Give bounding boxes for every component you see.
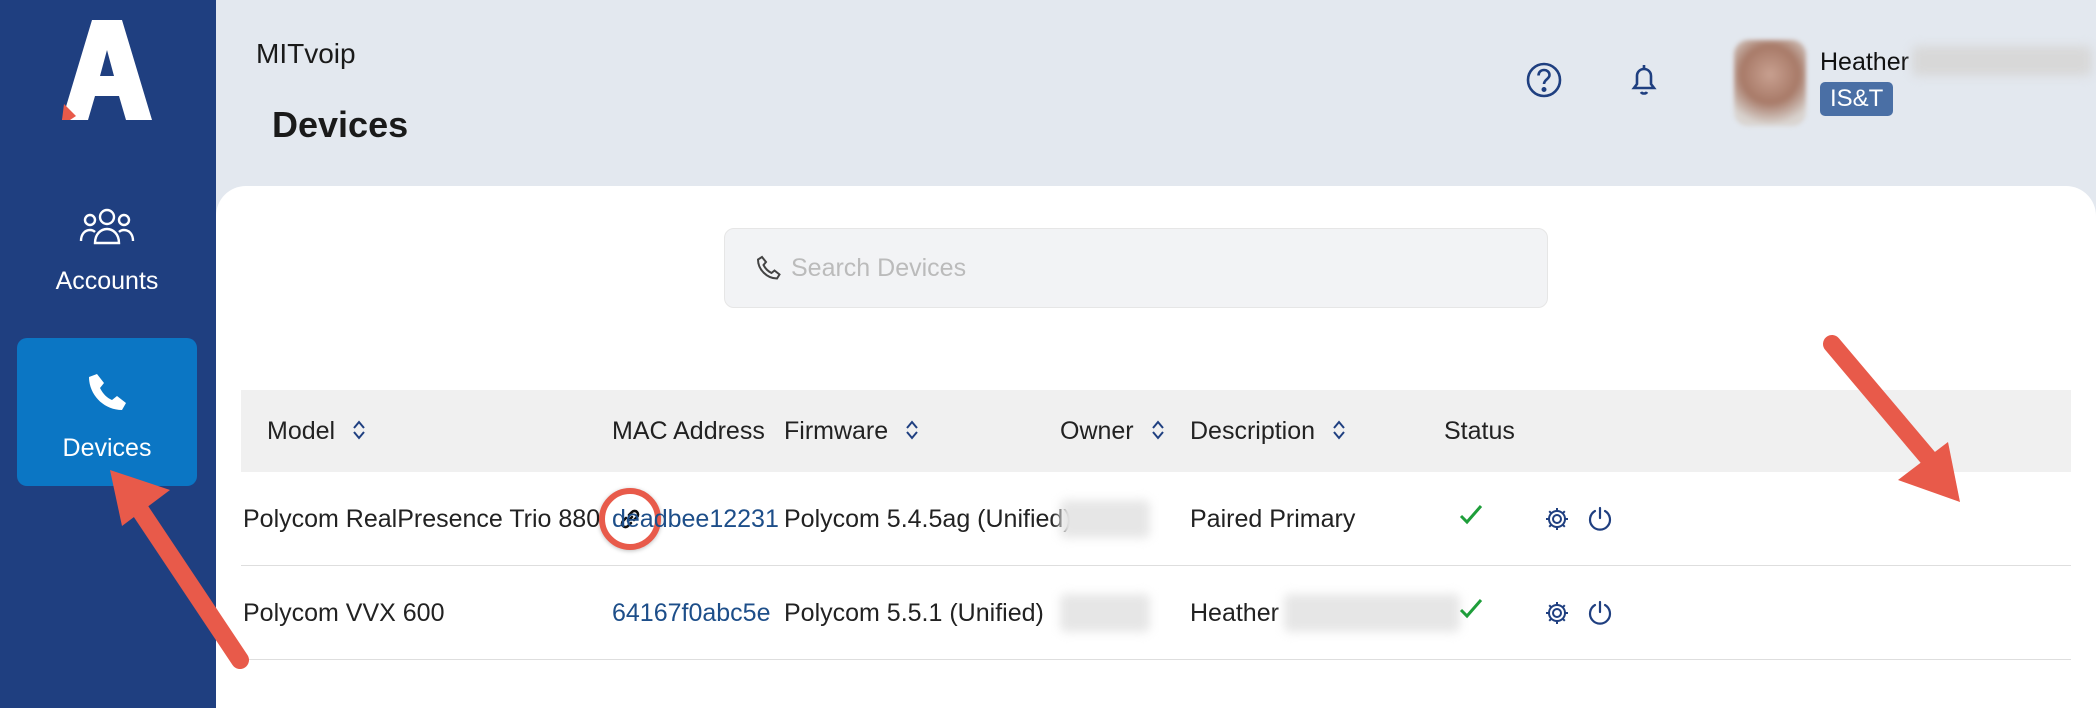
mac-address-link[interactable]: deadbee12231 bbox=[612, 472, 779, 566]
column-status: Status bbox=[1444, 390, 1515, 472]
sidebar-item-label: Accounts bbox=[55, 267, 159, 295]
redacted-owner bbox=[1060, 500, 1150, 538]
column-label: Model bbox=[267, 417, 336, 445]
app-logo[interactable] bbox=[62, 20, 152, 120]
bell-icon bbox=[1631, 65, 1657, 95]
sidebar-item-accounts[interactable]: Accounts bbox=[17, 185, 197, 333]
redacted-owner bbox=[1060, 594, 1150, 632]
table-header: Model MAC Address Firmware Owner Descrip… bbox=[241, 390, 2071, 472]
sort-icon[interactable] bbox=[352, 419, 366, 441]
user-department-badge: IS&T bbox=[1820, 82, 1894, 116]
gear-icon[interactable] bbox=[1544, 600, 1570, 626]
status-ok-icon bbox=[1459, 505, 1483, 525]
column-firmware[interactable]: Firmware bbox=[784, 390, 919, 472]
column-label: MAC Address bbox=[612, 417, 765, 445]
device-firmware: Polycom 5.4.5ag (Unified) bbox=[784, 505, 1072, 533]
phone-icon bbox=[89, 374, 126, 410]
redacted-description bbox=[1284, 594, 1460, 632]
sidebar: Accounts Devices bbox=[0, 0, 216, 708]
column-label: Owner bbox=[1060, 417, 1134, 445]
sort-icon[interactable] bbox=[905, 419, 919, 441]
top-bar: MITvoip Devices Heather IS&T bbox=[216, 0, 2096, 186]
page-title: Devices bbox=[272, 104, 409, 145]
device-description: Heather bbox=[1190, 599, 1279, 627]
redacted-name bbox=[1912, 46, 2092, 76]
power-icon[interactable] bbox=[1586, 505, 1614, 533]
main-content: Model MAC Address Firmware Owner Descrip… bbox=[216, 186, 2096, 708]
status-ok-icon bbox=[1459, 599, 1483, 619]
sort-icon[interactable] bbox=[1332, 419, 1346, 441]
search-input[interactable] bbox=[791, 229, 1531, 307]
search-bar[interactable] bbox=[724, 228, 1548, 308]
gear-icon[interactable] bbox=[1544, 506, 1570, 532]
help-icon bbox=[1526, 62, 1562, 98]
device-model: Polycom VVX 600 bbox=[243, 599, 445, 627]
column-owner[interactable]: Owner bbox=[1060, 390, 1165, 472]
column-mac-address: MAC Address bbox=[612, 390, 765, 472]
column-description[interactable]: Description bbox=[1190, 390, 1346, 472]
avatar[interactable] bbox=[1734, 40, 1806, 126]
column-label: Description bbox=[1190, 417, 1316, 445]
devices-table: Model MAC Address Firmware Owner Descrip… bbox=[241, 390, 2071, 660]
user-name: Heather bbox=[1820, 48, 1909, 76]
device-description: Paired Primary bbox=[1190, 505, 1356, 533]
table-row: Polycom VVX 600 64167f0abc5e Polycom 5.5… bbox=[241, 566, 2071, 660]
column-label: Firmware bbox=[784, 417, 889, 445]
power-icon[interactable] bbox=[1586, 599, 1614, 627]
device-model: Polycom RealPresence Trio 8800 bbox=[243, 505, 615, 533]
mac-address-link[interactable]: 64167f0abc5e bbox=[612, 566, 770, 660]
app-name: MITvoip bbox=[256, 38, 356, 69]
phone-outline-icon bbox=[756, 255, 781, 280]
sidebar-item-devices[interactable]: Devices bbox=[17, 338, 197, 486]
column-model[interactable]: Model bbox=[267, 390, 366, 472]
users-icon bbox=[79, 208, 135, 245]
column-label: Status bbox=[1444, 417, 1515, 445]
sidebar-item-label: Devices bbox=[62, 434, 152, 462]
sort-icon[interactable] bbox=[1151, 419, 1165, 441]
notifications-button[interactable] bbox=[1624, 60, 1664, 100]
help-button[interactable] bbox=[1524, 60, 1564, 100]
table-row: Polycom RealPresence Trio 8800 deadbee12… bbox=[241, 472, 2071, 566]
device-firmware: Polycom 5.5.1 (Unified) bbox=[784, 599, 1044, 627]
